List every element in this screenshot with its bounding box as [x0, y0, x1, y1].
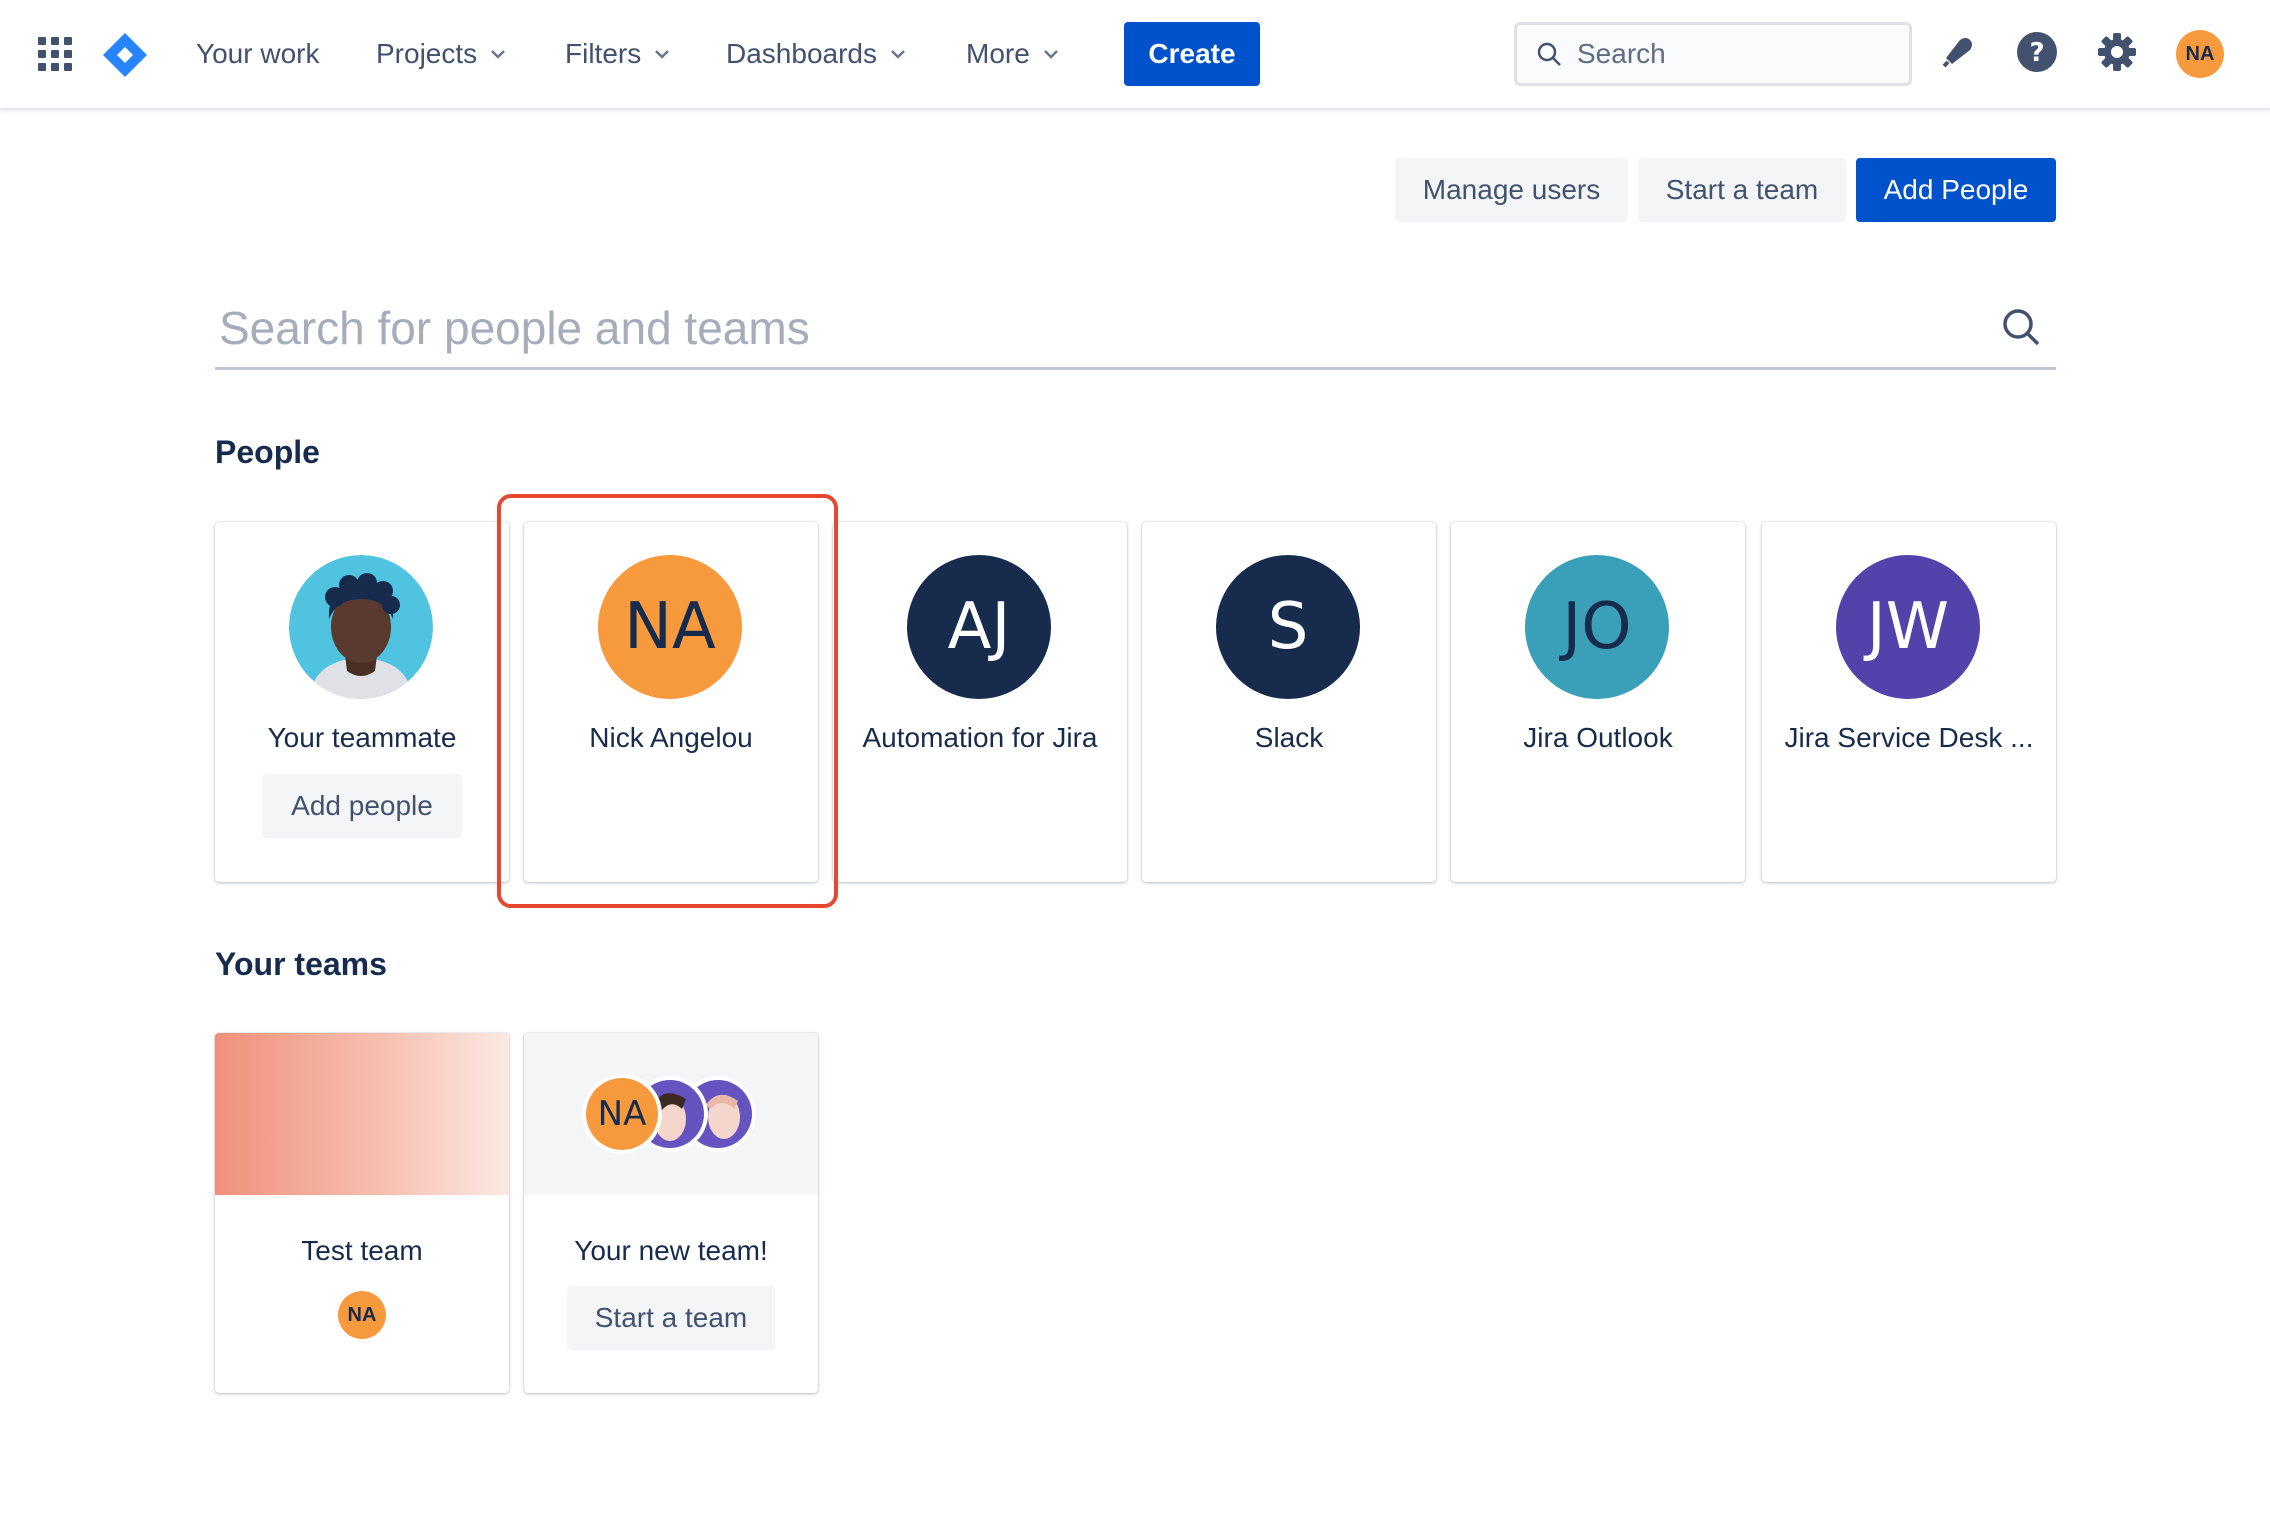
- person-name: Nick Angelou: [589, 722, 753, 753]
- manage-users-button[interactable]: Manage users: [1395, 158, 1628, 222]
- chevron-down-icon: [491, 50, 506, 59]
- person-avatar: S: [1216, 555, 1360, 699]
- team-card-new-team[interactable]: NA Your new team! Start a team: [524, 1033, 818, 1393]
- top-search-input[interactable]: Search: [1514, 22, 1912, 86]
- nav-projects[interactable]: Projects: [376, 34, 507, 74]
- person-card-automation-for-jira[interactable]: AJ Automation for Jira: [833, 522, 1127, 882]
- notifications-icon[interactable]: [1934, 28, 1982, 76]
- team-name: Your new team!: [574, 1235, 768, 1266]
- person-card-nick-angelou[interactable]: NA Nick Angelou: [524, 522, 818, 882]
- teammate-avatar: [289, 555, 433, 699]
- team-banner: NA: [524, 1033, 818, 1195]
- create-button[interactable]: Create: [1124, 22, 1260, 86]
- user-avatar[interactable]: NA: [2176, 30, 2224, 78]
- chevron-down-icon: [891, 50, 905, 59]
- your-teams-heading: Your teams: [215, 946, 387, 982]
- add-people-button[interactable]: Add People: [1856, 158, 2056, 222]
- person-avatar: NA: [598, 555, 742, 699]
- person-name: Jira Outlook: [1523, 722, 1673, 753]
- svg-text:?: ?: [2029, 38, 2044, 68]
- team-name: Test team: [301, 1235, 423, 1266]
- add-people-card-button[interactable]: Add people: [262, 774, 462, 838]
- person-name: Automation for Jira: [862, 722, 1098, 753]
- jira-logo-icon[interactable]: [100, 30, 150, 80]
- top-navigation: Your work Projects Filters Dashboards Mo…: [0, 0, 2270, 110]
- person-card-jira-outlook[interactable]: JO Jira Outlook: [1451, 522, 1745, 882]
- nav-filters[interactable]: Filters: [565, 34, 671, 74]
- start-team-card-button[interactable]: Start a team: [567, 1286, 775, 1350]
- person-name: Slack: [1254, 722, 1324, 753]
- person-name: Your teammate: [267, 722, 457, 753]
- app-switcher-icon[interactable]: [38, 37, 72, 71]
- team-banner: [215, 1033, 509, 1195]
- top-search-placeholder: Search: [1577, 38, 1666, 69]
- search-icon: [1537, 42, 1561, 66]
- team-card-test-team[interactable]: Test team NA: [215, 1033, 509, 1393]
- nav-more[interactable]: More: [966, 34, 1060, 74]
- person-name: Jira Service Desk ...: [1784, 722, 2034, 753]
- search-icon[interactable]: [2000, 306, 2042, 348]
- people-team-search: [215, 290, 2056, 370]
- team-member-avatar: NA: [338, 1291, 386, 1339]
- chevron-down-icon: [1043, 50, 1058, 59]
- person-card-teammate[interactable]: Your teammate Add people: [215, 522, 509, 882]
- person-avatar: JO: [1525, 555, 1669, 699]
- nav-your-work[interactable]: Your work: [196, 34, 319, 74]
- person-card-slack[interactable]: S Slack: [1142, 522, 1436, 882]
- start-team-button[interactable]: Start a team: [1638, 158, 1846, 222]
- people-search-input[interactable]: [219, 296, 1919, 360]
- person-avatar: AJ: [907, 555, 1051, 699]
- person-card-jira-service-desk[interactable]: JW Jira Service Desk ...: [1762, 522, 2056, 882]
- team-lead-initials: NA: [597, 1094, 647, 1134]
- help-icon[interactable]: ?: [2013, 28, 2061, 76]
- nav-dashboards[interactable]: Dashboards: [726, 34, 907, 74]
- person-avatar: JW: [1836, 555, 1980, 699]
- chevron-down-icon: [655, 50, 670, 59]
- people-heading: People: [215, 434, 320, 470]
- settings-gear-icon[interactable]: [2093, 28, 2141, 76]
